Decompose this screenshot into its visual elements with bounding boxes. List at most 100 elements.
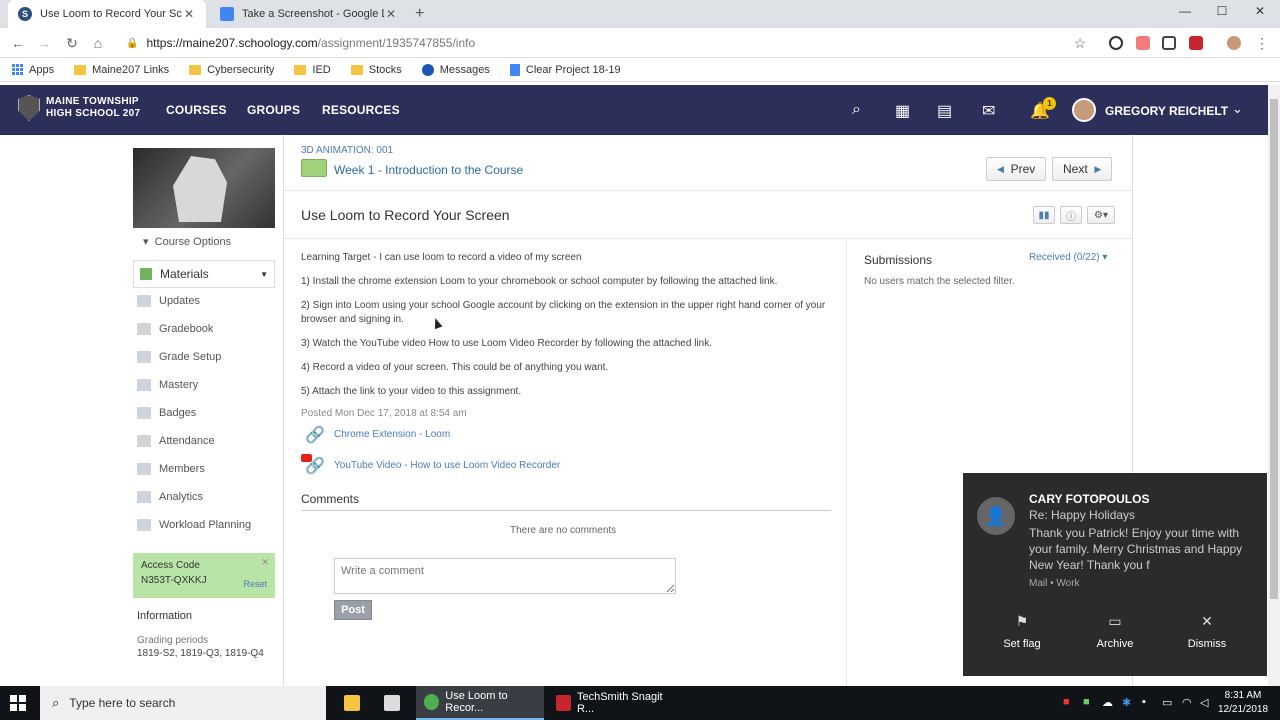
bookmark-maine207[interactable]: Maine207 Links: [74, 64, 169, 76]
bookmark-star-icon[interactable]: ☆: [1070, 35, 1090, 52]
forward-icon[interactable]: →: [34, 35, 54, 51]
breadcrumb[interactable]: 3D ANIMATION: 001: [301, 145, 393, 156]
file-explorer-icon[interactable]: [336, 686, 366, 720]
comment-input[interactable]: [334, 558, 676, 594]
loom-extension-icon[interactable]: [1136, 36, 1150, 50]
bookmark-stocks[interactable]: Stocks: [350, 64, 402, 76]
extension-icon[interactable]: [1109, 36, 1123, 50]
lock-icon: 🔒: [126, 37, 139, 49]
notification-message: Thank you Patrick! Enjoy your time with …: [1029, 526, 1243, 572]
sidebar-item-workload-planning[interactable]: Workload Planning: [137, 519, 251, 531]
chrome-menu-icon[interactable]: ⋮: [1252, 35, 1272, 52]
bookmark-clear-project[interactable]: Clear Project 18-19: [509, 63, 621, 76]
nav-resources[interactable]: RESOURCES: [322, 103, 400, 117]
next-button[interactable]: Next ▶: [1052, 157, 1113, 181]
access-code-reset-link[interactable]: Reset: [243, 579, 267, 589]
mail-icon[interactable]: ✉: [982, 101, 995, 121]
tray-shield-icon[interactable]: ▪: [1142, 696, 1146, 708]
taskbar-search-input[interactable]: ⌕ Type here to search: [40, 686, 326, 720]
link-icon: 🔗: [305, 427, 325, 444]
user-name[interactable]: GREGORY REICHELT: [1105, 104, 1228, 118]
volume-icon[interactable]: ◁: [1200, 696, 1208, 709]
dismiss-button[interactable]: ✕ Dismiss: [1167, 613, 1247, 650]
taskbar-snagit[interactable]: TechSmith Snagit R...: [548, 686, 676, 720]
home-icon[interactable]: ⌂: [88, 35, 108, 51]
snagit-extension-icon[interactable]: [1189, 36, 1203, 50]
archive-button[interactable]: ▭ Archive: [1075, 613, 1155, 650]
bookmark-cybersecurity[interactable]: Cybersecurity: [189, 64, 274, 76]
taskbar-chrome[interactable]: Use Loom to Recor...: [416, 686, 544, 720]
back-icon[interactable]: ←: [8, 35, 28, 51]
folder-icon: [301, 159, 327, 177]
tray-app-icon[interactable]: ■: [1083, 696, 1090, 708]
docs-icon: [509, 63, 520, 76]
avatar[interactable]: [1072, 98, 1096, 122]
analytics-button[interactable]: ▮▮: [1033, 206, 1055, 224]
sidebar-item-grade-setup[interactable]: Grade Setup: [137, 351, 221, 363]
attachment-link[interactable]: 🔗 Chrome Extension - Loom: [301, 423, 450, 445]
tray-network-icon[interactable]: ▭: [1162, 696, 1172, 709]
set-flag-button[interactable]: ⚑ Set flag: [982, 613, 1062, 650]
nav-groups[interactable]: GROUPS: [247, 103, 300, 117]
tab-loom[interactable]: S Use Loom to Record Your Screen ✕: [8, 0, 206, 28]
scrollbar-thumb[interactable]: [1270, 99, 1278, 599]
sidebar-item-members[interactable]: Members: [137, 463, 205, 475]
prev-button[interactable]: ◀ Prev: [986, 157, 1047, 181]
maximize-icon[interactable]: ☐: [1207, 4, 1237, 18]
nav-courses[interactable]: COURSES: [166, 103, 227, 117]
schoology-favicon-icon: S: [18, 7, 32, 21]
window-close-icon[interactable]: ✕: [1245, 4, 1275, 18]
step-4: 4) Record a video of your screen. This c…: [301, 362, 609, 373]
close-icon[interactable]: ✕: [182, 7, 196, 21]
caret-down-icon[interactable]: ▼: [260, 270, 268, 279]
sidebar-item-updates[interactable]: Updates: [137, 295, 200, 307]
close-icon[interactable]: ✕: [384, 7, 398, 21]
apps-grid-icon[interactable]: ▦: [895, 101, 910, 121]
calendar-icon[interactable]: ▤: [937, 101, 952, 121]
sidebar-item-analytics[interactable]: Analytics: [137, 491, 203, 503]
taskbar-clock[interactable]: 8:31 AM 12/21/2018: [1218, 689, 1268, 717]
reload-icon[interactable]: ↻: [62, 35, 82, 52]
mail-app-icon[interactable]: [376, 686, 412, 720]
onedrive-icon[interactable]: ☁: [1102, 696, 1113, 709]
page-title: Use Loom to Record Your Screen: [301, 207, 510, 223]
settings-button[interactable]: ⚙▾: [1087, 206, 1115, 224]
wifi-icon[interactable]: ◠: [1182, 696, 1192, 709]
arrow-left-icon: ◀: [997, 163, 1004, 174]
docs-favicon-icon: [220, 7, 234, 21]
new-tab-icon[interactable]: +: [415, 5, 424, 23]
course-options[interactable]: ▾ Course Options: [143, 235, 231, 248]
post-button[interactable]: Post: [334, 600, 372, 620]
chrome-icon: [424, 694, 440, 710]
page-scrollbar[interactable]: [1268, 85, 1280, 686]
browser-tabbar: S Use Loom to Record Your Screen ✕ Take …: [0, 0, 1280, 28]
tab-google-docs[interactable]: Take a Screenshot - Google Docs ✕: [210, 0, 408, 28]
sidebar-item-badges[interactable]: Badges: [137, 407, 196, 419]
sidebar-item-gradebook[interactable]: Gradebook: [137, 323, 213, 335]
bookmark-ied[interactable]: IED: [294, 64, 331, 76]
sidebar-item-mastery[interactable]: Mastery: [137, 379, 198, 391]
shield-extension-icon[interactable]: [1162, 36, 1176, 50]
bookmark-messages[interactable]: Messages: [421, 63, 490, 76]
bookmark-apps[interactable]: Apps: [12, 64, 54, 76]
close-icon[interactable]: ✕: [261, 557, 269, 568]
chevron-down-icon[interactable]: ⌄: [1232, 101, 1243, 117]
url-path: /assignment/1935747855/info: [317, 36, 476, 50]
url-input[interactable]: 🔒 https://maine207.schoology.com /assign…: [118, 31, 1096, 55]
school-logo[interactable]: MAINE TOWNSHIP HIGH SCHOOL 207: [18, 95, 140, 121]
posted-timestamp: Posted Mon Dec 17, 2018 at 8:54 am: [301, 408, 467, 419]
sidebar-item-materials[interactable]: Materials ▼: [133, 260, 275, 288]
info-button[interactable]: ⓘ: [1060, 206, 1082, 224]
arrow-right-icon: ▶: [1094, 163, 1102, 174]
sidebar-item-attendance[interactable]: Attendance: [137, 435, 215, 447]
minimize-icon[interactable]: —: [1170, 4, 1200, 18]
submissions-filter[interactable]: Received (0/22) ▾: [1029, 252, 1107, 263]
bluetooth-icon[interactable]: ✱: [1122, 696, 1131, 709]
mail-notification[interactable]: 👤 CARY FOTOPOULOS Re: Happy Holidays Tha…: [963, 473, 1267, 676]
week-folder-link[interactable]: Week 1 - Introduction to the Course: [334, 163, 523, 177]
search-icon[interactable]: ⌕: [852, 101, 861, 119]
windows-start-icon[interactable]: [10, 695, 26, 711]
profile-avatar-icon[interactable]: [1227, 36, 1241, 50]
snagit-tray-icon[interactable]: ■: [1063, 696, 1070, 708]
attachment-link[interactable]: 🔗 YouTube Video - How to use Loom Video …: [301, 454, 560, 476]
